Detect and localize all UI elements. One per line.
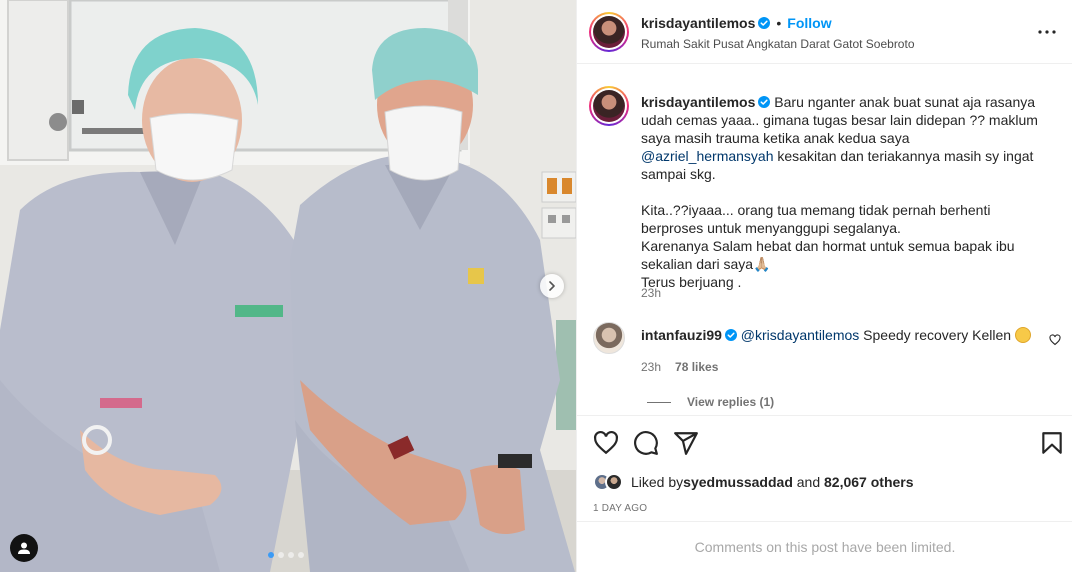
replies-line-divider <box>647 401 671 403</box>
caption-text-part-3: Kita..??iyaaa... orang tua memang tidak … <box>641 202 991 236</box>
comment-mention[interactable]: @krisdayantilemos <box>741 327 859 343</box>
likes-summary[interactable]: Liked by syedmussaddad and 82,067 others <box>593 470 914 494</box>
post-photo[interactable] <box>0 0 576 572</box>
likes-prefix: Liked by <box>631 474 684 490</box>
tagged-users-button[interactable] <box>10 534 38 562</box>
comment-bubble-icon[interactable] <box>633 430 659 456</box>
caption-text-part-4: Karenanya Salam hebat dan hormat untuk s… <box>641 238 1015 272</box>
more-horizontal-icon <box>1038 30 1056 34</box>
carousel-dot <box>278 552 284 558</box>
post-header: krisdayantilemos • Follow Rumah Sakit Pu… <box>577 0 1072 64</box>
comment-meta: 23h 78 likes <box>641 360 718 374</box>
carousel-indicator <box>268 552 304 558</box>
caption-username[interactable]: krisdayantilemos <box>641 94 755 110</box>
next-image-button[interactable] <box>540 274 564 298</box>
chevron-right-icon <box>549 281 555 291</box>
author-line: krisdayantilemos • Follow <box>641 15 832 31</box>
author-avatar[interactable] <box>589 12 629 52</box>
comment-likes[interactable]: 78 likes <box>675 360 718 374</box>
more-options-button[interactable] <box>1035 22 1059 42</box>
separator-dot: • <box>776 15 782 31</box>
comment: intanfauzi99 @krisdayantilemos Speedy re… <box>641 326 1041 344</box>
hugging-face-emoji-icon <box>1014 327 1031 343</box>
caption-author-avatar[interactable] <box>589 86 629 126</box>
view-replies-button[interactable]: View replies (1) <box>647 395 774 409</box>
post-details-panel: krisdayantilemos • Follow Rumah Sakit Pu… <box>576 0 1072 572</box>
commenter-username[interactable]: intanfauzi99 <box>641 327 722 343</box>
post-caption: krisdayantilemos Baru nganter anak buat … <box>641 93 1041 291</box>
verified-badge-icon <box>758 96 771 108</box>
share-paper-plane-icon[interactable] <box>673 430 699 456</box>
liker-avatar <box>605 473 623 491</box>
author-username[interactable]: krisdayantilemos <box>641 15 755 31</box>
verified-badge-icon <box>724 329 737 341</box>
post-time-ago[interactable]: 1 DAY AGO <box>593 503 647 514</box>
post-actions-bar <box>577 415 1072 469</box>
liker-username[interactable]: syedmussaddad <box>683 474 793 490</box>
comment-like-heart-icon[interactable] <box>1049 334 1061 346</box>
user-icon <box>18 542 30 554</box>
comments-section[interactable]: krisdayantilemos Baru nganter anak buat … <box>577 64 1072 415</box>
carousel-dot <box>268 552 274 558</box>
caption-timestamp[interactable]: 23h <box>641 286 661 300</box>
comment-body: Speedy recovery Kellen <box>859 327 1015 343</box>
likes-middle: and <box>792 474 825 490</box>
carousel-dot <box>288 552 294 558</box>
comment-timestamp[interactable]: 23h <box>641 360 661 374</box>
comments-limited-notice: Comments on this post have been limited. <box>577 521 1072 572</box>
view-replies-label: View replies (1) <box>687 395 775 409</box>
photo-scene <box>0 0 576 572</box>
commenter-avatar[interactable] <box>593 322 625 354</box>
carousel-dot <box>298 552 304 558</box>
post-location[interactable]: Rumah Sakit Pusat Angkatan Darat Gatot S… <box>641 37 915 51</box>
like-heart-icon[interactable] <box>593 430 619 456</box>
save-bookmark-icon[interactable] <box>1039 430 1065 456</box>
likes-count[interactable]: 82,067 others <box>824 474 914 490</box>
verified-badge-icon <box>758 17 771 29</box>
caption-mention[interactable]: @azriel_hermansyah <box>641 148 774 164</box>
follow-button[interactable]: Follow <box>787 15 831 31</box>
